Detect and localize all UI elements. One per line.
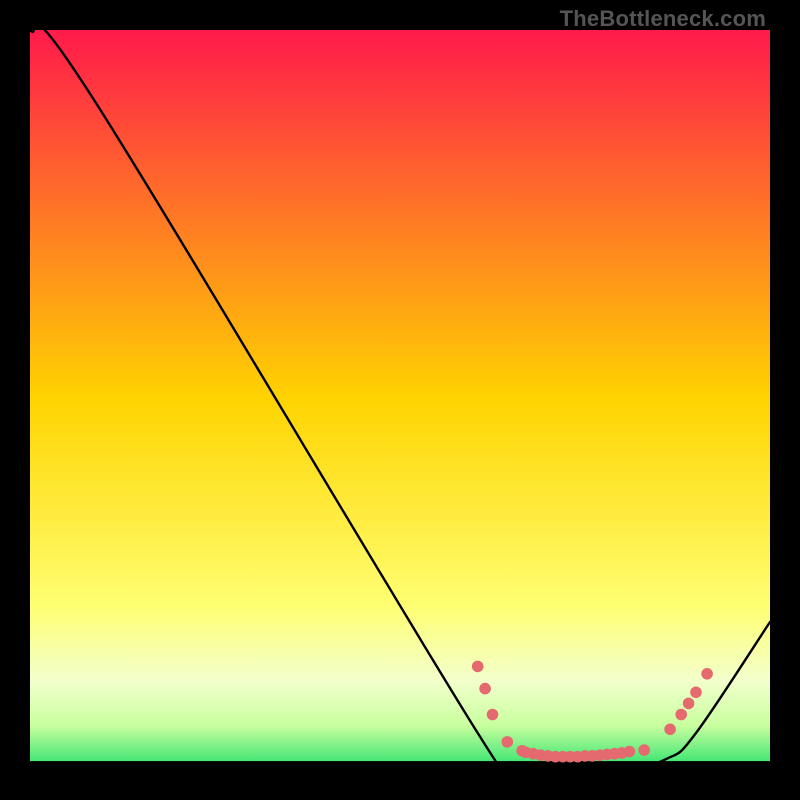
data-dot <box>487 709 499 721</box>
data-dot <box>683 698 695 710</box>
data-dot <box>624 746 636 758</box>
chart-frame <box>30 30 770 770</box>
watermark-text: TheBottleneck.com <box>560 6 766 32</box>
data-dot <box>502 736 514 748</box>
data-dot <box>479 683 491 695</box>
data-dot <box>638 744 650 756</box>
data-dot <box>690 687 702 699</box>
bottleneck-chart <box>30 30 770 770</box>
data-dot <box>664 724 676 736</box>
data-dot <box>701 668 713 680</box>
gradient-background <box>30 30 770 770</box>
data-dot <box>472 661 484 673</box>
data-dot <box>675 709 687 721</box>
